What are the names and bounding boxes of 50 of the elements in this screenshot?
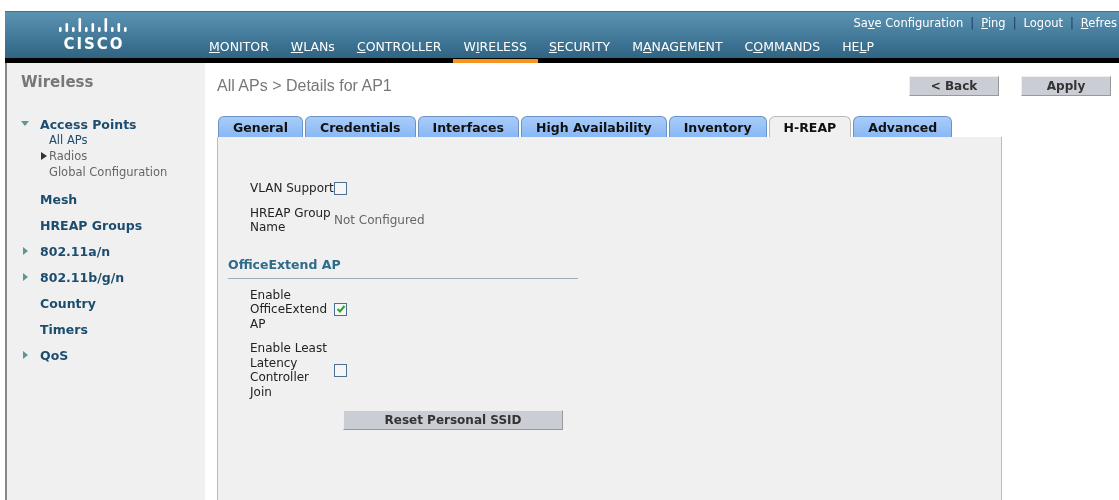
sidebar-item[interactable]: HREAP Groups bbox=[40, 217, 143, 233]
expander-icon[interactable] bbox=[41, 152, 47, 160]
menu-tab[interactable]: CONTROLLER bbox=[345, 38, 453, 63]
page-title: All APs > Details for AP1 bbox=[217, 77, 392, 95]
separator: | bbox=[1069, 16, 1074, 32]
logo-text: CISCO bbox=[63, 35, 125, 53]
section-title: OfficeExtend AP bbox=[228, 256, 342, 272]
cisco-logo-icon bbox=[58, 17, 130, 33]
sidebar-item[interactable]: Timers bbox=[40, 321, 88, 337]
sidebar-subitem[interactable]: Radios bbox=[49, 149, 88, 163]
header-link[interactable]: Save Configuration bbox=[853, 16, 964, 38]
tab[interactable]: General bbox=[218, 116, 303, 137]
menu-tab[interactable]: MONITOR bbox=[198, 38, 280, 63]
sidebar-item[interactable]: QoS bbox=[40, 347, 69, 363]
menu-tab[interactable]: SECURITY bbox=[537, 38, 622, 63]
menu-tab[interactable]: COMMANDS bbox=[733, 38, 832, 63]
field-label: VLAN Support bbox=[250, 181, 334, 196]
checkbox[interactable] bbox=[334, 181, 347, 195]
tab[interactable]: Advanced bbox=[853, 116, 953, 137]
field-value: Not Configured bbox=[334, 213, 425, 227]
tab[interactable]: H-REAP bbox=[768, 116, 852, 137]
field-label: HREAP Group Name bbox=[250, 205, 332, 235]
tab[interactable]: High Availability bbox=[520, 116, 667, 137]
back-button[interactable]: < Back bbox=[909, 76, 999, 96]
sidebar-title: Wireless bbox=[21, 73, 95, 91]
sidebar-item[interactable]: Mesh bbox=[40, 191, 78, 207]
sidebar-subitem[interactable]: All APs bbox=[49, 133, 88, 147]
sidebar-item[interactable]: 802.11a/n bbox=[40, 243, 111, 259]
sidebar-item[interactable]: 802.11b/g/n bbox=[40, 269, 125, 285]
header-link[interactable]: Ping bbox=[981, 16, 1006, 38]
tab[interactable]: Credentials bbox=[305, 116, 416, 137]
apply-button[interactable]: Apply bbox=[1021, 76, 1111, 96]
menu-tab[interactable]: WLANs bbox=[279, 38, 346, 63]
header-link[interactable]: Logout bbox=[1023, 16, 1063, 38]
sidebar-item[interactable]: Access Points bbox=[40, 116, 137, 132]
menu-tab[interactable]: WIRELESS bbox=[452, 38, 538, 63]
reset-ssid-button[interactable]: Reset Personal SSID bbox=[343, 410, 563, 430]
field-label: Enable OfficeExtend AP bbox=[250, 287, 329, 331]
tab[interactable]: Interfaces bbox=[417, 116, 519, 137]
menu-tab[interactable]: MANAGEMENT bbox=[621, 38, 734, 63]
header-link[interactable]: Refres bbox=[1080, 16, 1117, 38]
menu-tab[interactable]: HELP bbox=[831, 38, 885, 63]
separator: | bbox=[1012, 16, 1017, 32]
separator: | bbox=[970, 16, 975, 32]
sidebar-item[interactable]: Country bbox=[40, 295, 96, 311]
checkbox[interactable] bbox=[334, 363, 347, 377]
sidebar-subitem[interactable]: Global Configuration bbox=[49, 165, 168, 179]
field-label: Enable Least Latency Controller Join bbox=[250, 341, 328, 399]
checkbox[interactable] bbox=[334, 302, 347, 316]
tab[interactable]: Inventory bbox=[668, 116, 767, 137]
